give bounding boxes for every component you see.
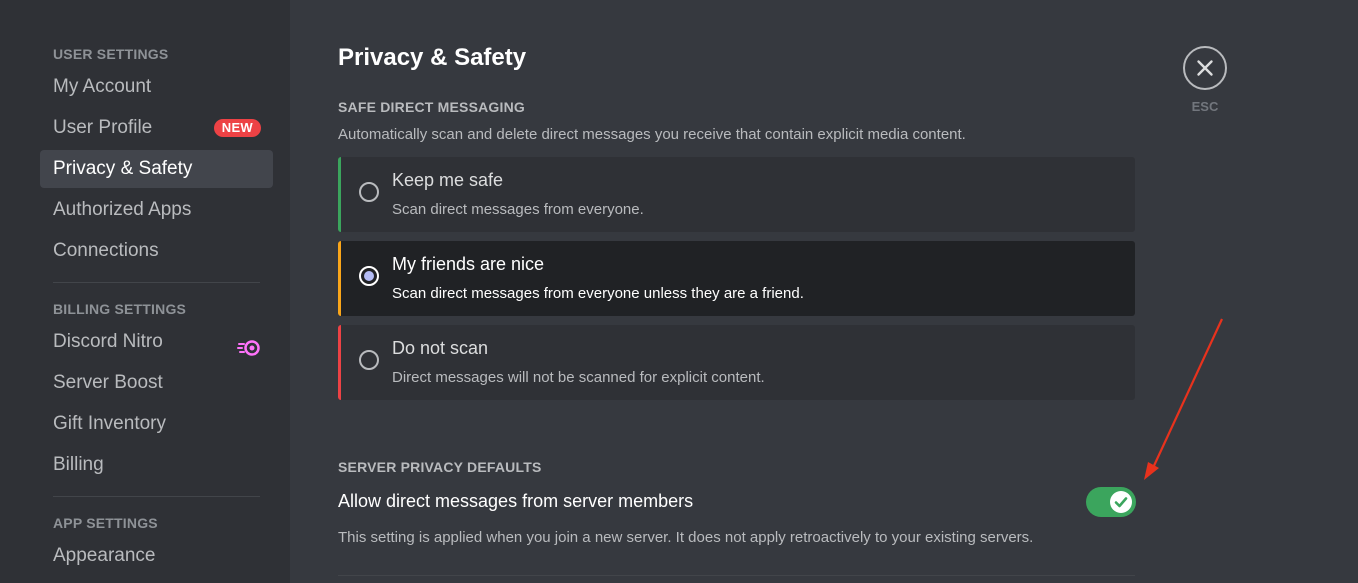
- sidebar-item-user-profile[interactable]: User Profile NEW: [40, 109, 273, 147]
- user-settings-header: USER SETTINGS: [53, 46, 169, 62]
- settings-nav: USER SETTINGS My Account User Profile NE…: [40, 40, 273, 578]
- radio-option-my-friends-are-nice[interactable]: My friends are nice Scan direct messages…: [338, 241, 1135, 316]
- sidebar-item-my-account[interactable]: My Account: [40, 68, 273, 106]
- sidebar-item-label: Privacy & Safety: [53, 158, 193, 179]
- radio-button[interactable]: [359, 182, 379, 202]
- radio-option-description: Scan direct messages from everyone unles…: [392, 285, 804, 302]
- radio-button-selected[interactable]: [359, 266, 379, 286]
- sidebar-item-label: Server Boost: [53, 372, 163, 393]
- sidebar-item-gift-inventory[interactable]: Gift Inventory: [40, 405, 273, 443]
- sidebar-divider: [53, 496, 260, 497]
- allow-dm-toggle[interactable]: [1086, 487, 1136, 517]
- sidebar-item-label: User Profile: [53, 117, 153, 138]
- sidebar-item-billing[interactable]: Billing: [40, 446, 273, 484]
- sidebar-item-label: Authorized Apps: [53, 199, 192, 220]
- settings-app: USER SETTINGS My Account User Profile NE…: [0, 0, 1358, 583]
- sidebar-item-appearance[interactable]: Appearance: [40, 537, 273, 575]
- radio-option-description: Direct messages will not be scanned for …: [392, 369, 765, 386]
- server-privacy-header: SERVER PRIVACY DEFAULTS: [338, 459, 542, 475]
- esc-label: ESC: [1191, 99, 1219, 114]
- safe-dm-description: Automatically scan and delete direct mes…: [338, 126, 966, 143]
- radio-option-title: Keep me safe: [392, 170, 504, 190]
- new-badge: NEW: [213, 119, 261, 137]
- sidebar-item-label: Discord Nitro: [53, 331, 163, 352]
- safe-dm-radio-group: Keep me safe Scan direct messages from e…: [338, 157, 1135, 409]
- radio-selected-dot: [364, 271, 374, 281]
- sidebar-item-label: Billing: [53, 454, 104, 475]
- check-icon: [1114, 497, 1128, 508]
- radio-button[interactable]: [359, 350, 379, 370]
- sidebar-item-discord-nitro[interactable]: Discord Nitro: [40, 323, 273, 361]
- nitro-icon: [237, 333, 261, 356]
- radio-option-title: My friends are nice: [392, 254, 545, 274]
- app-settings-header: APP SETTINGS: [53, 515, 158, 531]
- sidebar-divider: [53, 282, 260, 283]
- radio-option-keep-me-safe[interactable]: Keep me safe Scan direct messages from e…: [338, 157, 1135, 232]
- sidebar-item-label: Connections: [53, 240, 159, 261]
- radio-option-do-not-scan[interactable]: Do not scan Direct messages will not be …: [338, 325, 1135, 400]
- settings-sidebar: USER SETTINGS My Account User Profile NE…: [0, 0, 290, 583]
- sidebar-item-label: Gift Inventory: [53, 413, 166, 434]
- allow-dm-setting-label: Allow direct messages from server member…: [338, 491, 694, 511]
- allow-dm-setting-description: This setting is applied when you join a …: [338, 529, 1034, 546]
- sidebar-item-server-boost[interactable]: Server Boost: [40, 364, 273, 402]
- close-button[interactable]: [1183, 46, 1227, 90]
- sidebar-item-label: My Account: [53, 76, 152, 97]
- page-title: Privacy & Safety: [338, 44, 527, 71]
- sidebar-item-privacy-safety[interactable]: Privacy & Safety: [40, 150, 273, 188]
- radio-option-description: Scan direct messages from everyone.: [392, 201, 644, 218]
- toggle-knob: [1110, 491, 1132, 513]
- close-icon: [1197, 60, 1213, 76]
- settings-content: Privacy & Safety SAFE DIRECT MESSAGING A…: [290, 0, 1358, 583]
- sidebar-item-connections[interactable]: Connections: [40, 232, 273, 270]
- billing-settings-header: BILLING SETTINGS: [53, 301, 187, 317]
- radio-option-title: Do not scan: [392, 338, 489, 358]
- safe-dm-header: SAFE DIRECT MESSAGING: [338, 99, 525, 115]
- sidebar-item-label: Appearance: [53, 545, 156, 566]
- sidebar-item-authorized-apps[interactable]: Authorized Apps: [40, 191, 273, 229]
- section-divider: [338, 575, 1135, 576]
